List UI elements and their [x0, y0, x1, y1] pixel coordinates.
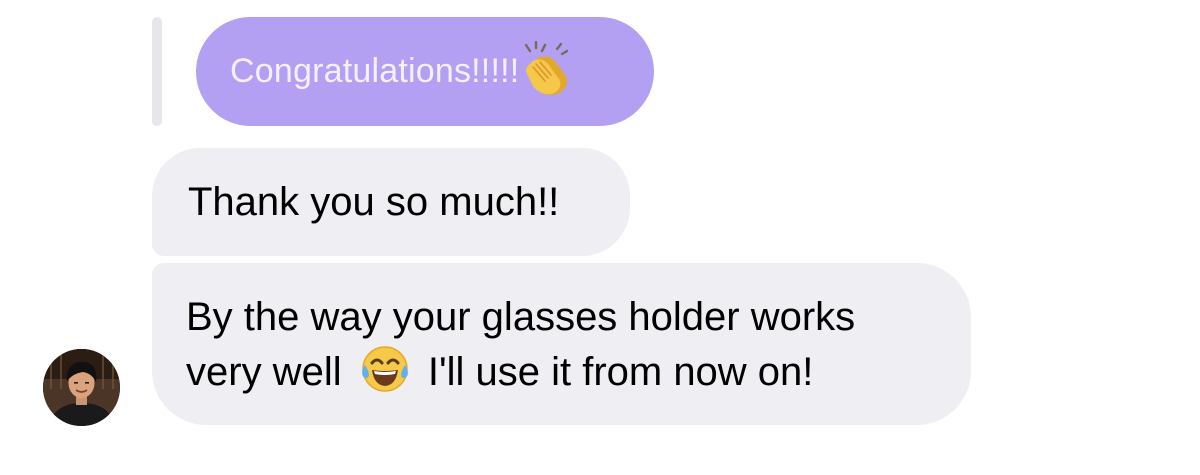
message-text-line: very well I'll use it from now on! [186, 343, 971, 398]
quoted-message-bubble[interactable]: Congratulations!!!!! [196, 17, 654, 126]
face-with-tears-of-joy-icon [359, 343, 411, 395]
incoming-message-bubble[interactable]: Thank you so much!! [152, 148, 630, 256]
sender-avatar[interactable] [43, 349, 120, 426]
message-text-segment: very well [186, 350, 342, 394]
message-text: Thank you so much!! [188, 180, 560, 224]
quoted-message-text: Congratulations!!!!! [230, 52, 520, 90]
incoming-message-bubble[interactable]: By the way your glasses holder works ver… [152, 263, 971, 425]
clapping-hands-icon [521, 40, 571, 97]
message-text-line: By the way your glasses holder works [186, 295, 856, 339]
reply-indicator-bar [152, 17, 162, 126]
message-text-segment: I'll use it from now on! [427, 350, 814, 394]
